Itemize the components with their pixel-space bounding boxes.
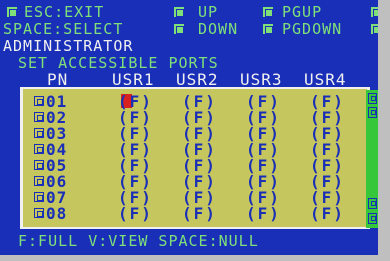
scroll-down-icon[interactable] bbox=[368, 198, 377, 209]
footer-hint: F:FULL V:VIEW SPACE:NULL bbox=[18, 232, 259, 250]
corner-key-icon bbox=[370, 6, 378, 18]
port-icon bbox=[34, 160, 44, 170]
access-cell-usr1[interactable]: (F) bbox=[118, 206, 153, 222]
port-icon bbox=[34, 208, 44, 218]
page-title: SET ACCESSIBLE PORTS bbox=[18, 54, 219, 72]
corner-key-icon-2 bbox=[370, 23, 378, 35]
user-name: ADMINISTRATOR bbox=[3, 37, 134, 55]
port-icon bbox=[34, 192, 44, 202]
port-icon bbox=[34, 176, 44, 186]
column-header-pn: PN bbox=[47, 70, 69, 89]
column-header-usr1: USR1 bbox=[112, 70, 155, 89]
scroll-up-icon-2[interactable] bbox=[368, 107, 377, 118]
space-select-hint[interactable]: SPACE:SELECT bbox=[3, 22, 123, 37]
osd-screen: ESC:EXIT UP PGUP SPACE:SELECT DOWN PGDOW… bbox=[0, 0, 378, 255]
port-icon bbox=[34, 112, 44, 122]
port-icon bbox=[34, 144, 44, 154]
column-header-usr4: USR4 bbox=[304, 70, 347, 89]
esc-exit-hint[interactable]: ESC:EXIT bbox=[24, 5, 104, 20]
up-hint[interactable]: UP bbox=[198, 5, 218, 20]
port-number[interactable]: 08 bbox=[46, 206, 67, 222]
column-header-usr2: USR2 bbox=[176, 70, 219, 89]
column-header-usr3: USR3 bbox=[240, 70, 283, 89]
pgdown-hint[interactable]: PGDOWN bbox=[282, 22, 342, 37]
down-key-icon bbox=[173, 23, 185, 35]
access-cell-usr4[interactable]: (F) bbox=[310, 206, 345, 222]
access-cell-usr2[interactable]: (F) bbox=[182, 206, 217, 222]
key-icon bbox=[6, 6, 18, 18]
scroll-up-icon[interactable] bbox=[368, 93, 377, 104]
pgdown-key-icon bbox=[262, 23, 274, 35]
port-icon bbox=[34, 96, 44, 106]
up-key-icon bbox=[173, 6, 185, 18]
access-cell-usr3[interactable]: (F) bbox=[246, 206, 281, 222]
scroll-down-icon-2[interactable] bbox=[368, 213, 377, 224]
pgup-hint[interactable]: PGUP bbox=[282, 5, 322, 20]
port-icon bbox=[34, 128, 44, 138]
pgup-key-icon bbox=[262, 6, 274, 18]
down-hint[interactable]: DOWN bbox=[198, 22, 238, 37]
